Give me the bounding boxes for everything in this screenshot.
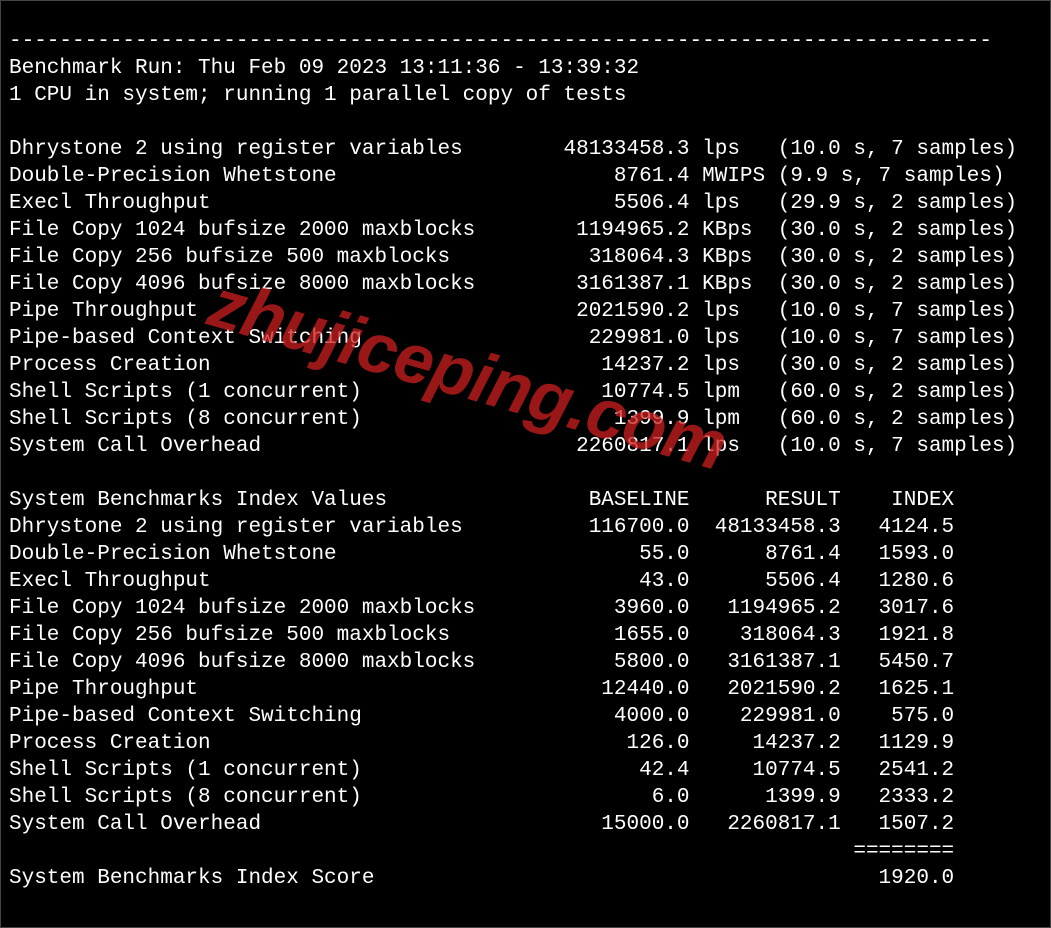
index-rows: Dhrystone 2 using register variables 116… [9,516,954,836]
terminal-output: ----------------------------------------… [0,0,1051,928]
test-rows: Dhrystone 2 using register variables 481… [9,138,1017,458]
cpu-line: 1 CPU in system; running 1 parallel copy… [9,84,627,107]
blank-line [9,462,22,485]
divider-line: ----------------------------------------… [9,30,992,53]
blank-line [9,111,22,134]
run-line: Benchmark Run: Thu Feb 09 2023 13:11:36 … [9,57,639,80]
index-separator: ======== [9,840,954,863]
score-row: System Benchmarks Index Score 1920.0 [9,867,954,890]
index-header-row: System Benchmarks Index Values BASELINE … [9,489,954,512]
